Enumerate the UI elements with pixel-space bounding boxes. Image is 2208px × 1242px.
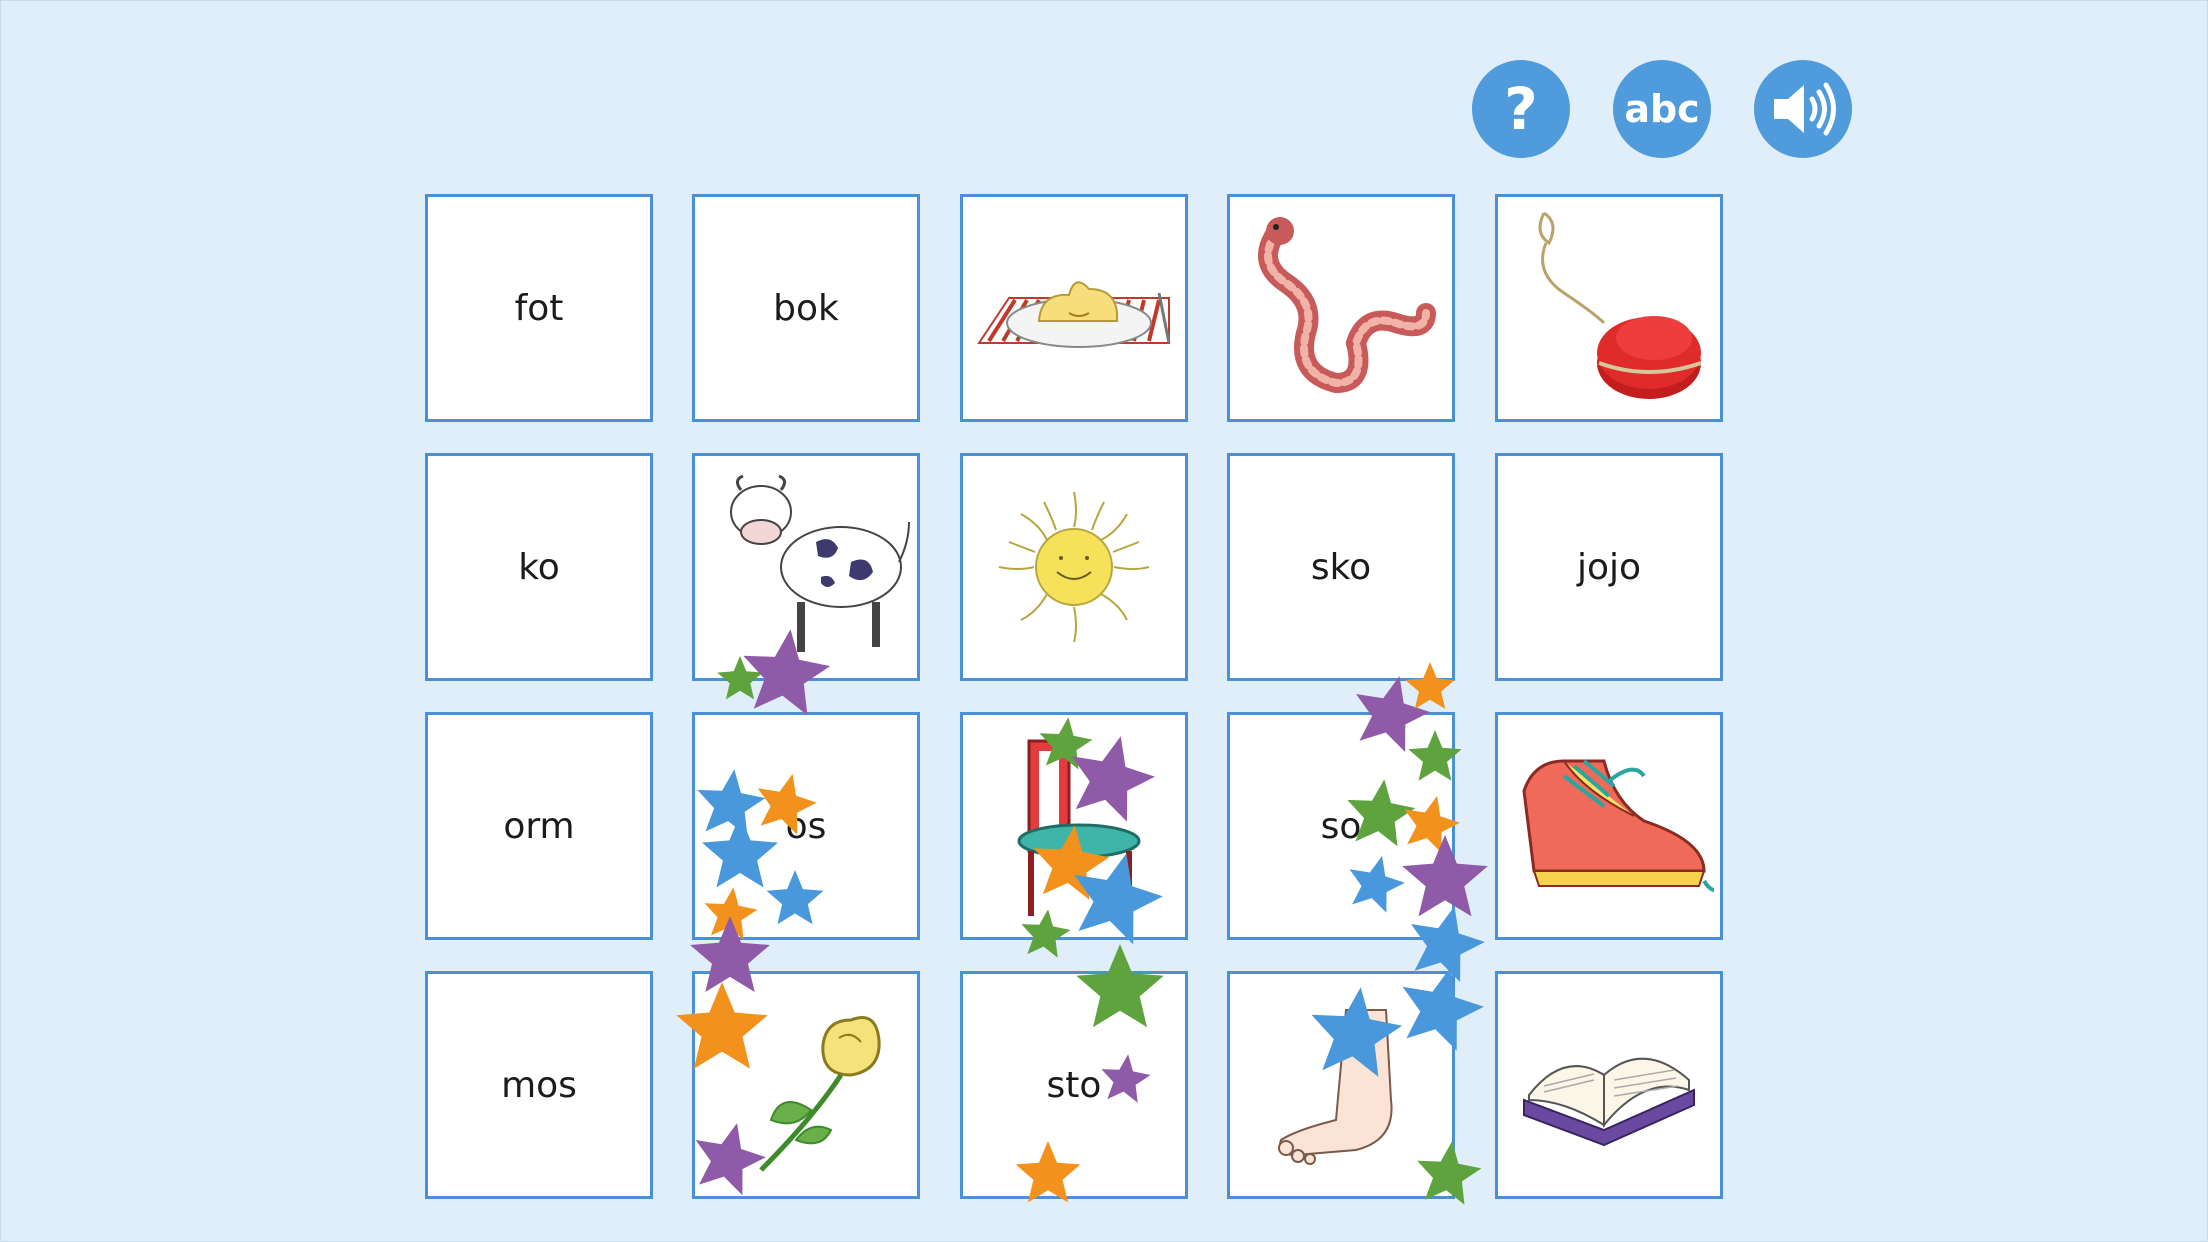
memory-card[interactable] [960, 194, 1188, 422]
memory-card[interactable] [1495, 712, 1723, 940]
memory-card[interactable]: fot [425, 194, 653, 422]
memory-card[interactable]: jojo [1495, 453, 1723, 681]
card-word: sko [1310, 546, 1372, 588]
abc-icon: abc [1624, 87, 1700, 131]
card-word: os [785, 805, 827, 847]
card-word: ko [518, 546, 560, 588]
chair-icon [1017, 739, 1141, 916]
help-button[interactable]: ? [1472, 60, 1570, 158]
speaker-icon [1774, 82, 1836, 136]
memory-card[interactable] [692, 971, 920, 1199]
foot-icon [1278, 1009, 1393, 1165]
memory-card[interactable]: os [692, 712, 920, 940]
memory-card[interactable] [960, 712, 1188, 940]
memory-card[interactable]: ko [425, 453, 653, 681]
memory-card[interactable] [1227, 971, 1455, 1199]
memory-card[interactable] [1495, 194, 1723, 422]
sun-icon [998, 491, 1150, 643]
shoe-icon [1522, 759, 1714, 892]
yoyo-icon [1538, 211, 1702, 399]
memory-card[interactable] [1495, 971, 1723, 1199]
memory-card[interactable]: bok [692, 194, 920, 422]
memory-card[interactable] [692, 453, 920, 681]
memory-card[interactable]: orm [425, 712, 653, 940]
card-word: mos [501, 1064, 577, 1106]
card-word: bok [773, 287, 839, 329]
cow-icon [730, 474, 910, 652]
mashed-potatoes-plate-icon [977, 281, 1171, 348]
abc-button[interactable]: abc [1613, 60, 1711, 158]
card-word: so [1320, 805, 1362, 847]
memory-card[interactable]: so [1227, 712, 1455, 940]
card-word: jojo [1576, 546, 1642, 588]
sound-button[interactable] [1754, 60, 1852, 158]
memory-card[interactable]: sto [960, 971, 1188, 1199]
book-icon [1523, 1057, 1695, 1147]
worm-icon [1258, 217, 1436, 394]
memory-card[interactable]: mos [425, 971, 653, 1199]
rose-icon [759, 1016, 881, 1172]
card-word: orm [503, 805, 575, 847]
memory-card[interactable] [1227, 194, 1455, 422]
card-word: fot [514, 287, 564, 329]
card-word: sto [1046, 1064, 1102, 1106]
memory-card[interactable] [960, 453, 1188, 681]
memory-card[interactable]: sko [1227, 453, 1455, 681]
question-icon: ? [1504, 75, 1538, 143]
